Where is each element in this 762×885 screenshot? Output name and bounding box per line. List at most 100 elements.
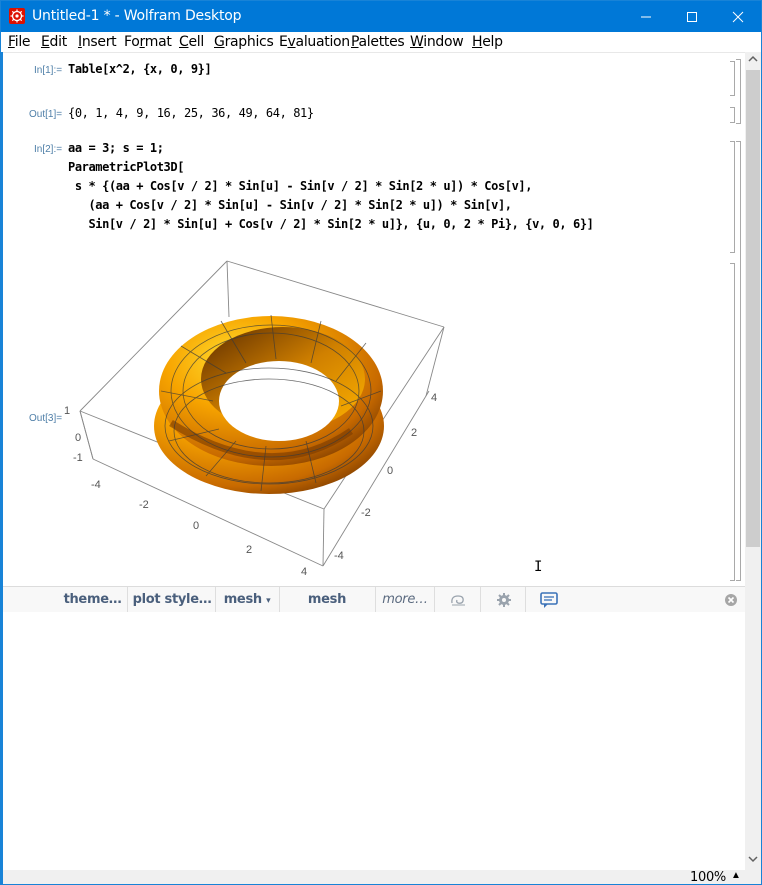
cell-bracket-in2[interactable] — [730, 141, 735, 253]
in1-label: In[1]:= — [34, 65, 63, 76]
center-hole — [219, 361, 339, 441]
scroll-down-button[interactable] — [745, 852, 761, 870]
toolbar-divider — [215, 587, 216, 612]
parametric-plot-3d[interactable]: 1 0 -1 -4 -2 0 2 4 -4 -2 0 2 4 — [21, 251, 461, 581]
x-tick: 0 — [193, 520, 199, 532]
chat-icon — [540, 592, 558, 608]
chevron-up-icon — [748, 55, 758, 62]
toolbar-divider — [279, 587, 280, 612]
menu-format-label: mat — [144, 34, 172, 50]
in2-line-3[interactable]: s * {(aa + Cos[v / 2] * Sin[u] - Sin[v /… — [68, 179, 533, 193]
text-cursor: I — [534, 559, 543, 575]
menu-window-accel: W — [410, 34, 424, 50]
wolfram-app-icon — [9, 8, 25, 24]
zoom-level[interactable]: 100% — [690, 870, 726, 884]
toolbar-divider — [434, 587, 435, 612]
cell-bracket-out3[interactable] — [730, 263, 735, 581]
menu-window[interactable]: Window — [410, 34, 464, 50]
scroll-up-button[interactable] — [745, 52, 761, 70]
swirl-icon — [451, 595, 465, 606]
close-icon — [732, 11, 744, 22]
box-edge — [322, 508, 325, 567]
close-button[interactable] — [715, 1, 761, 32]
title-bar: Untitled-1 * - Wolfram Desktop — [1, 1, 761, 32]
box-edge — [425, 326, 445, 397]
swirl-button[interactable] — [439, 587, 477, 612]
menu-file-accel: F — [8, 34, 15, 50]
in1-code-text: Table[x^2, {x, 0, 9}] — [68, 62, 212, 76]
z-tick: 1 — [64, 405, 70, 417]
menu-edit[interactable]: Edit — [41, 34, 67, 50]
menu-graphics-accel: G — [214, 34, 225, 50]
x-tick: 4 — [301, 566, 307, 578]
menu-graphics[interactable]: Graphics — [214, 34, 274, 50]
maximize-icon — [687, 11, 697, 22]
x-tick: -4 — [91, 479, 101, 491]
y-tick: -2 — [361, 507, 371, 519]
settings-button[interactable] — [485, 587, 523, 612]
toolbar-divider — [480, 587, 481, 612]
in1-code[interactable]: Table[x^2, {x, 0, 9}] — [68, 62, 212, 76]
chevron-down-icon — [748, 856, 758, 863]
menu-help-accel: H — [472, 34, 483, 50]
window-left-border — [1, 52, 3, 884]
close-circle-icon — [725, 594, 737, 606]
window-title: Untitled-1 * - Wolfram Desktop — [32, 8, 242, 24]
mesh-label: mesh — [223, 592, 262, 607]
y-tick: 2 — [411, 427, 417, 439]
in2-label: In[2]:= — [34, 144, 63, 155]
scrollbar-thumb[interactable] — [746, 70, 760, 547]
menu-evaluation[interactable]: Evaluation — [279, 34, 350, 50]
menu-edit-label: dit — [49, 34, 68, 50]
mesh-style-button[interactable]: mesh style… — [283, 587, 371, 632]
menu-evaluation-pre: E — [279, 34, 288, 50]
menu-palettes[interactable]: Palettes — [351, 34, 405, 50]
menu-edit-accel: E — [41, 34, 50, 50]
wolfram-window: Untitled-1 * - Wolfram Desktop File Edit… — [0, 0, 762, 885]
menu-bar: File Edit Insert Format Cell Graphics Ev… — [1, 32, 761, 52]
y-tick: 0 — [387, 465, 393, 477]
z-tick: -1 — [73, 452, 83, 464]
feedback-button[interactable] — [530, 587, 568, 612]
menu-insert[interactable]: Insert — [78, 34, 117, 50]
menu-evaluation-accel: v — [287, 34, 296, 50]
menu-help[interactable]: Help — [472, 34, 503, 50]
group-bracket-1[interactable] — [736, 59, 741, 124]
in2-line-1[interactable]: aa = 3; s = 1; — [68, 141, 164, 155]
minimize-button[interactable] — [623, 1, 669, 32]
theme-button[interactable]: theme… — [61, 587, 124, 612]
more-button[interactable]: more… — [379, 587, 431, 612]
vertical-scrollbar[interactable] — [745, 52, 761, 870]
mesh-dropdown[interactable]: mesh ▾ — [219, 587, 275, 612]
close-suggestions-button[interactable] — [721, 587, 741, 612]
out1-label: Out[1]= — [29, 109, 63, 120]
y-tick: -4 — [334, 550, 344, 562]
z-tick: 0 — [75, 432, 81, 444]
x-tick: -2 — [139, 499, 149, 511]
in2-line-2[interactable]: ParametricPlot3D[ — [68, 160, 184, 174]
in2-line-5[interactable]: Sin[v / 2] * Sin[u] + Cos[v / 2] * Sin[2… — [68, 217, 593, 231]
menu-help-label: elp — [482, 34, 503, 50]
group-bracket-2[interactable] — [736, 141, 741, 581]
toolbar-divider — [525, 587, 526, 612]
x-tick: 2 — [246, 544, 252, 556]
menu-evaluation-label: aluation — [295, 34, 351, 50]
plot-style-button[interactable]: plot style… — [131, 587, 213, 612]
maximize-button[interactable] — [669, 1, 715, 32]
menu-file[interactable]: File — [8, 34, 31, 50]
menu-cell-label: ell — [188, 34, 204, 50]
out1-value: {0, 1, 4, 9, 16, 25, 36, 49, 64, 81} — [68, 106, 314, 120]
in2-line-4[interactable]: (aa + Cos[v / 2] * Sin[u] - Sin[v / 2] *… — [68, 198, 512, 212]
zoom-menu-arrow-icon[interactable]: ▲ — [731, 870, 741, 881]
menu-file-label: ile — [14, 34, 31, 50]
menu-palettes-accel: P — [351, 34, 359, 50]
menu-cell[interactable]: Cell — [179, 34, 204, 50]
menu-format[interactable]: Format — [124, 34, 172, 50]
gear-icon — [497, 593, 511, 607]
notebook-blank-area[interactable] — [3, 612, 745, 870]
y-tick: 4 — [431, 392, 437, 404]
status-bar: 100% ▲ — [1, 870, 761, 884]
cell-bracket-in1[interactable] — [730, 61, 735, 96]
plot-svg: 1 0 -1 -4 -2 0 2 4 -4 -2 0 2 4 — [64, 260, 445, 578]
cell-bracket-out1[interactable] — [730, 107, 735, 123]
